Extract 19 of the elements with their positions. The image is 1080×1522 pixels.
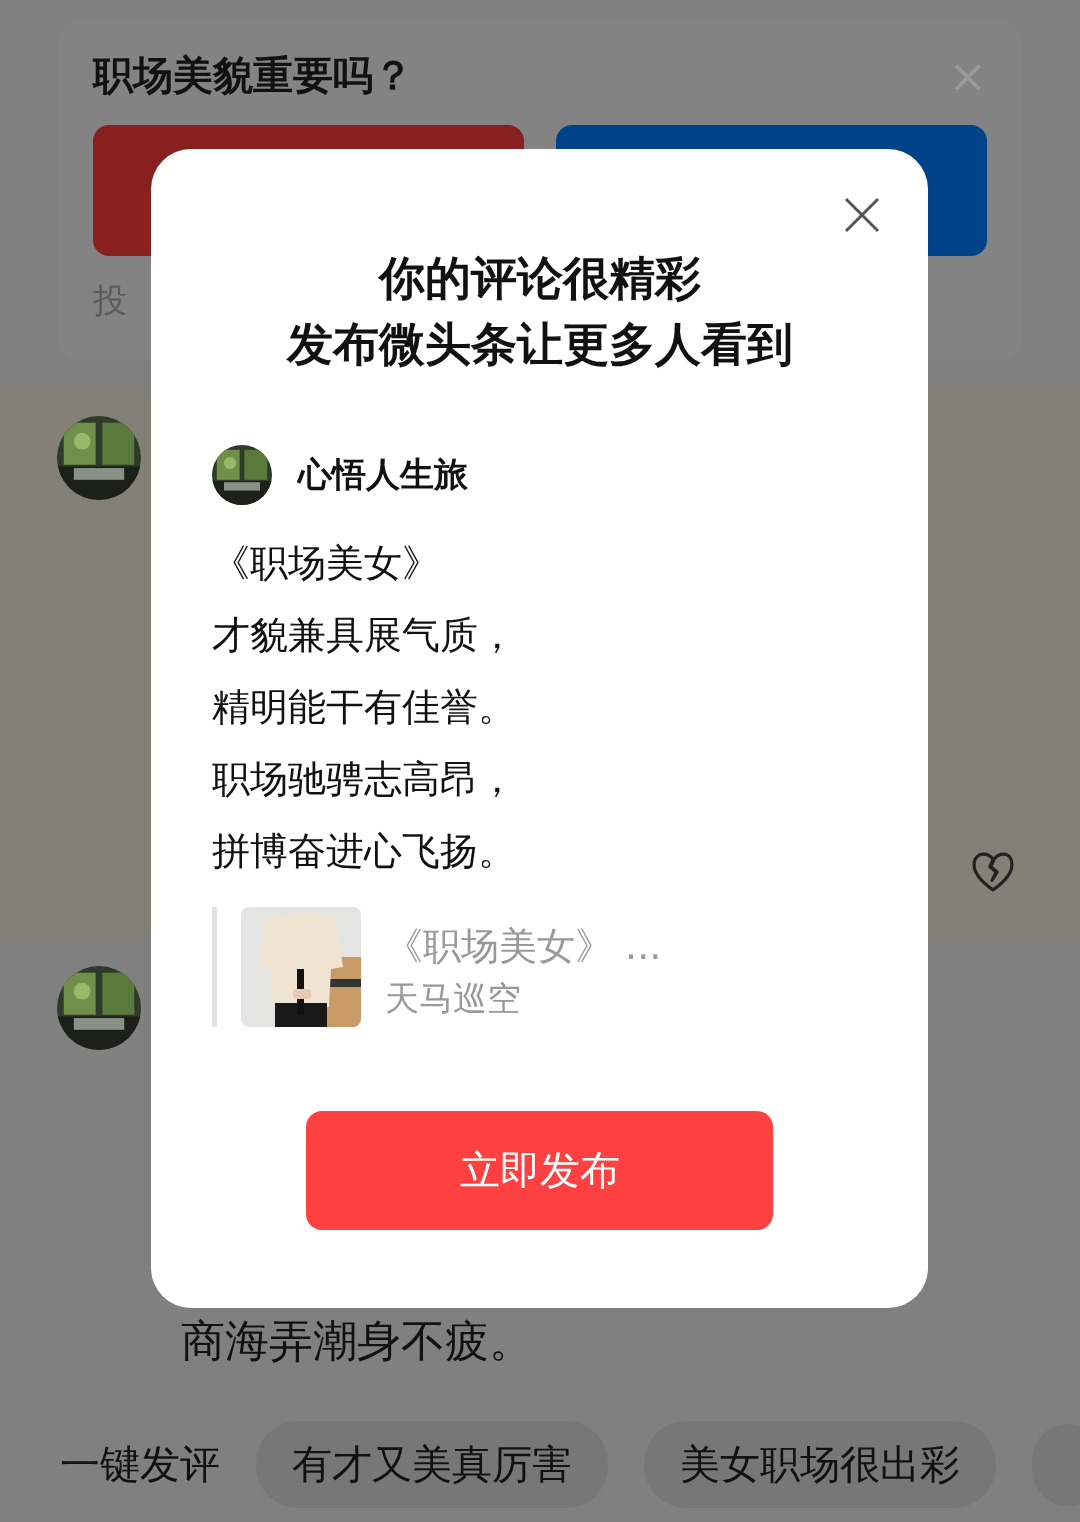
quick-reply-label: 一键发评: [60, 1440, 220, 1489]
publish-button[interactable]: 立即发布: [306, 1111, 773, 1230]
reply-chip[interactable]: 美女职场很出彩: [644, 1421, 996, 1508]
reply-chip[interactable]: 有才又美真厉害: [256, 1421, 608, 1508]
dialog-title: 你的评论很精彩: [378, 250, 701, 307]
close-icon[interactable]: [844, 197, 880, 233]
poem-line: 职场驰骋志高昂，: [212, 756, 516, 803]
quoted-author: 天马巡空: [385, 977, 521, 1020]
poem-line: 《职场美女》: [212, 540, 440, 587]
poem-line: 精明能干有佳誉。: [212, 684, 516, 731]
dialog-title: 发布微头条让更多人看到: [286, 316, 793, 373]
quoted-title: 《职场美女》 ...: [385, 923, 662, 970]
poem-line: 拼博奋进心飞扬。: [212, 828, 516, 875]
poll-question: 职场美貌重要吗？: [93, 51, 413, 100]
comment-text: 商海弄潮身不疲。: [181, 1314, 533, 1368]
broken-heart-icon[interactable]: [972, 852, 1014, 892]
quoted-post[interactable]: 《职场美女》 ... 天马巡空: [212, 907, 867, 1027]
poem-line: 才貌兼具展气质，: [212, 612, 516, 659]
author-name: 心悟人生旅: [298, 453, 468, 496]
